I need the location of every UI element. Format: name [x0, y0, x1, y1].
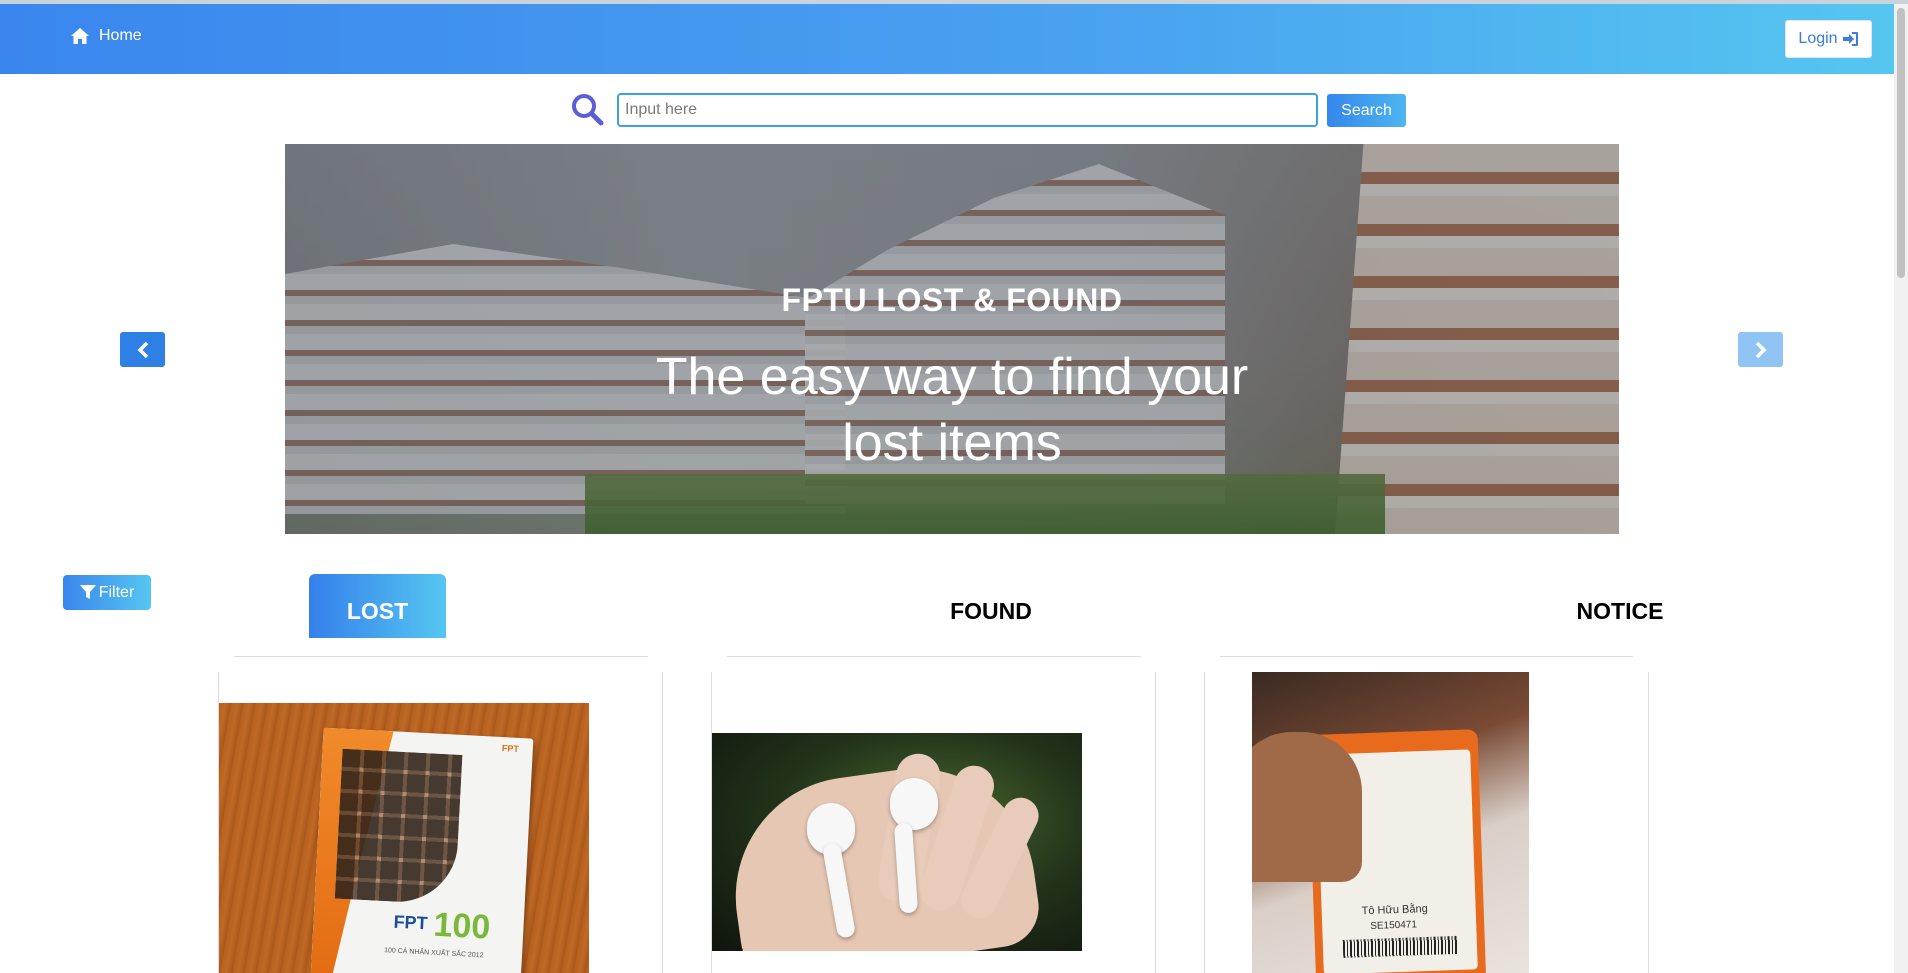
thumb — [1252, 732, 1362, 882]
notice-item-image[interactable]: Tô Hữu Bằng SE150471 — [1252, 672, 1529, 973]
found-column — [711, 672, 1156, 973]
book-cover-faces — [334, 748, 463, 905]
found-divider — [727, 656, 1141, 657]
search-button-label: Search — [1341, 101, 1392, 119]
carousel-title: FPTU LOST & FOUND — [781, 282, 1123, 318]
scrollbar-thumb[interactable] — [1897, 8, 1905, 278]
book-number: 100 — [432, 905, 492, 947]
earbud — [890, 778, 938, 830]
tab-found-label: FOUND — [950, 597, 1032, 624]
hero-carousel: FPTU LOST & FOUND The easy way to find y… — [285, 144, 1619, 534]
book-logo: FPT — [501, 743, 520, 754]
chevron-right-icon — [1755, 341, 1766, 358]
notice-divider — [1220, 656, 1633, 657]
carousel-next-button[interactable] — [1738, 332, 1783, 367]
book-photo: FPT FPT 100 100 CÁ NHÂN XUẤT SẮC 2012 — [310, 727, 534, 973]
home-link[interactable]: Home — [70, 27, 142, 45]
book-brand: FPT — [393, 911, 429, 934]
search-button[interactable]: Search — [1327, 94, 1406, 127]
lost-divider — [234, 656, 648, 657]
barcode — [1342, 935, 1459, 958]
carousel-prev-button[interactable] — [120, 332, 165, 367]
id-card-name: Tô Hữu Bằng — [1361, 902, 1428, 918]
chevron-left-icon — [137, 341, 148, 358]
lost-column: FPT FPT 100 100 CÁ NHÂN XUẤT SẮC 2012 — [218, 672, 663, 973]
home-label: Home — [99, 27, 142, 44]
tab-notice[interactable]: NOTICE — [1520, 574, 1720, 638]
home-icon — [71, 28, 89, 44]
lost-item-image[interactable]: FPT FPT 100 100 CÁ NHÂN XUẤT SẮC 2012 — [219, 703, 589, 973]
carousel-subtitle: The easy way to find your lost items — [655, 348, 1249, 472]
login-label: Login — [1798, 30, 1838, 47]
page-scrollbar[interactable] — [1894, 4, 1908, 973]
filter-label: Filter — [98, 583, 135, 601]
tab-notice-label: NOTICE — [1576, 597, 1664, 624]
notice-column: Tô Hữu Bằng SE150471 — [1204, 672, 1649, 973]
id-card-code: SE150471 — [1370, 919, 1418, 932]
login-button[interactable]: Login — [1785, 20, 1872, 58]
search-input[interactable] — [617, 93, 1318, 127]
sign-in-icon — [1842, 32, 1858, 46]
top-navbar: Home Login — [0, 4, 1894, 74]
tab-lost-label: LOST — [346, 597, 409, 624]
book-caption: 100 CÁ NHÂN XUẤT SẮC 2012 — [383, 947, 484, 960]
tab-found[interactable]: FOUND — [891, 574, 1091, 638]
search-icon — [572, 94, 604, 126]
tab-lost[interactable]: LOST — [309, 574, 446, 638]
found-item-image[interactable] — [712, 733, 1082, 951]
filter-button[interactable]: Filter — [63, 575, 151, 610]
filter-icon — [79, 585, 96, 599]
